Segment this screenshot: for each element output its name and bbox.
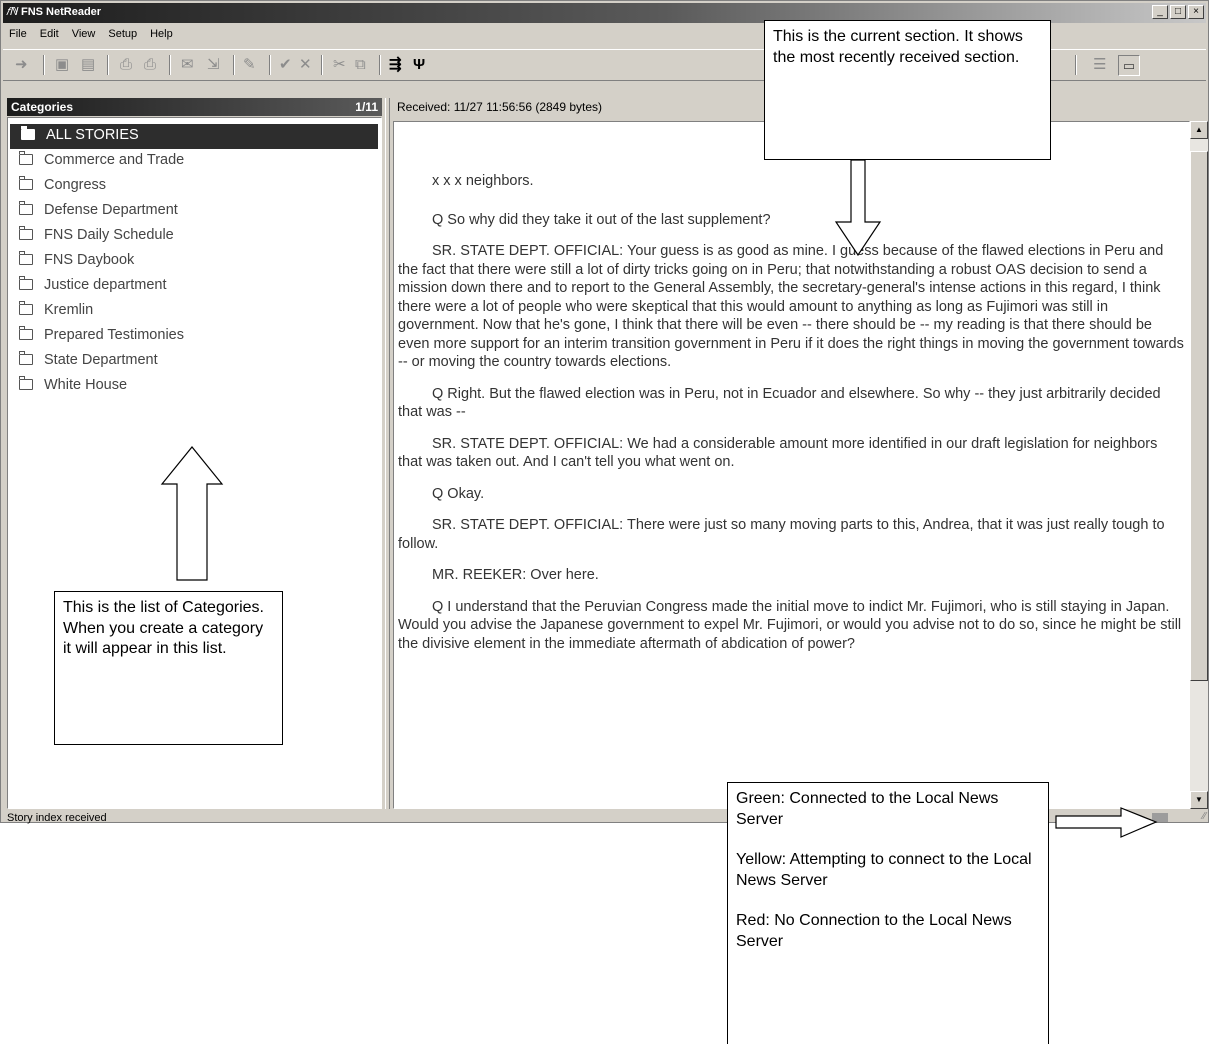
callout-text: Red: No Connection to the Local News Ser… (736, 912, 1012, 950)
category-label: FNS Daybook (44, 252, 135, 268)
story-paragraph: Q So why did they take it out of the las… (432, 211, 771, 228)
folder-icon (19, 376, 33, 390)
folder-icon (19, 351, 33, 365)
callout-text: This is the list of Categories. When you… (63, 599, 264, 657)
received-info: Received: 11/27 11:56:56 (2849 bytes) (397, 100, 603, 114)
print-preview-icon[interactable]: ⎙ (144, 56, 156, 74)
categories-title: Categories (11, 100, 74, 114)
category-label: State Department (44, 352, 158, 368)
back-arrow-icon[interactable]: ➜ (15, 56, 28, 74)
callout-text: This is the current section. It shows th… (773, 28, 1023, 66)
toolbar-separator (321, 55, 323, 75)
story-text: x x x neighbors. Q So why did they take … (398, 172, 1184, 666)
menu-view[interactable]: View (72, 25, 96, 43)
mail-icon[interactable]: ✉ (181, 56, 194, 74)
callout-text: Yellow: Attempting to connect to the Loc… (736, 851, 1032, 889)
delete-icon[interactable]: ✕ (299, 56, 312, 74)
toolbar-separator (43, 55, 45, 75)
check-icon[interactable]: ✔ (279, 56, 292, 74)
toolbar-separator (379, 55, 381, 75)
folder-icon (19, 326, 33, 340)
story-paragraph: Q Right. But the flawed election was in … (398, 385, 1161, 421)
categories-count: 1/11 (355, 100, 378, 114)
folder-icon (19, 226, 33, 240)
tools-icon[interactable]: Ψ (413, 56, 425, 74)
category-item[interactable]: Prepared Testimonies (8, 324, 381, 349)
category-label: Defense Department (44, 202, 178, 218)
minimize-button[interactable]: _ (1152, 5, 1168, 19)
folder-icon (19, 276, 33, 290)
vertical-scrollbar[interactable]: ▲ ▼ (1190, 121, 1208, 809)
category-item[interactable]: Commerce and Trade (8, 149, 381, 174)
story-paragraph: MR. REEKER: Over here. (432, 567, 599, 583)
story-paragraph: SR. STATE DEPT. OFFICIAL: We had a consi… (398, 435, 1158, 471)
story-paragraph: x x x neighbors. (432, 173, 534, 189)
scroll-up-icon[interactable]: ▲ (1190, 121, 1208, 139)
category-label: Prepared Testimonies (44, 327, 184, 343)
save-icon[interactable]: ▣ (55, 56, 69, 74)
full-view-icon[interactable]: ▭ (1118, 55, 1140, 76)
callout-categories: This is the list of Categories. When you… (54, 591, 283, 745)
category-label: Kremlin (44, 302, 94, 318)
category-item[interactable]: ALL STORIES (10, 124, 378, 149)
maximize-button[interactable]: □ (1170, 5, 1186, 19)
story-paragraph: SR. STATE DEPT. OFFICIAL: Your guess is … (398, 243, 1184, 370)
category-label: Justice department (44, 277, 167, 293)
scroll-thumb[interactable] (1190, 151, 1208, 681)
category-item[interactable]: FNS Daybook (8, 249, 381, 274)
category-label: Congress (44, 177, 107, 193)
save-all-icon[interactable]: ▤ (81, 56, 95, 74)
menu-bar: File Edit View Setup Help (5, 25, 173, 43)
menu-edit[interactable]: Edit (40, 25, 59, 43)
category-label: Commerce and Trade (44, 152, 185, 168)
folder-icon (19, 176, 33, 190)
toolbar-separator (1075, 55, 1077, 75)
story-paragraph: Q I understand that the Peruvian Congres… (398, 598, 1182, 652)
split-view-icon[interactable]: ☰ (1093, 56, 1106, 74)
close-button[interactable]: × (1188, 5, 1204, 19)
story-paragraph: Q Okay. (432, 485, 485, 502)
toolbar-separator (169, 55, 171, 75)
toolbar-separator (269, 55, 271, 75)
category-label: White House (44, 377, 128, 393)
callout-text: Green: Connected to the Local News Serve… (736, 790, 999, 828)
category-item[interactable]: Kremlin (8, 299, 381, 324)
category-label: ALL STORIES (46, 127, 139, 143)
callout-connection-status: Green: Connected to the Local News Serve… (727, 782, 1049, 1044)
folder-icon (19, 201, 33, 215)
pane-splitter[interactable] (385, 98, 390, 809)
highlight-icon[interactable]: ✎ (243, 56, 256, 74)
toolbar-separator (233, 55, 235, 75)
category-item[interactable]: State Department (8, 349, 381, 374)
folder-icon (19, 151, 33, 165)
forward-mail-icon[interactable]: ⇲ (207, 56, 220, 74)
menu-help[interactable]: Help (150, 25, 173, 43)
status-text: Story index received (7, 812, 107, 824)
categories-header: Categories 1/11 (7, 98, 382, 116)
category-item[interactable]: Congress (8, 174, 381, 199)
story-viewer[interactable]: x x x neighbors. Q So why did they take … (393, 121, 1190, 809)
menu-setup[interactable]: Setup (108, 25, 137, 43)
category-item[interactable]: White House (8, 374, 381, 399)
copy-icon[interactable]: ⧉ (355, 56, 366, 74)
story-paragraph: SR. STATE DEPT. OFFICIAL: There were jus… (398, 517, 1165, 552)
cut-icon[interactable]: ✂ (333, 56, 346, 74)
network-icon[interactable]: ⇶ (389, 56, 402, 74)
resize-grip-icon[interactable]: ⁄⁄ (1203, 811, 1206, 822)
connection-status-indicator (1152, 813, 1168, 822)
app-icon: 𝑓ℕ (6, 6, 18, 18)
category-item[interactable]: Justice department (8, 274, 381, 299)
scroll-down-icon[interactable]: ▼ (1190, 791, 1208, 809)
folder-icon (19, 301, 33, 315)
folder-open-icon (21, 126, 35, 140)
window-title: FNS NetReader (21, 6, 102, 18)
toolbar-separator (107, 55, 109, 75)
category-item[interactable]: FNS Daily Schedule (8, 224, 381, 249)
print-icon[interactable]: ⎙ (120, 56, 132, 74)
callout-current-section: This is the current section. It shows th… (764, 20, 1051, 160)
folder-icon (19, 251, 33, 265)
category-item[interactable]: Defense Department (8, 199, 381, 224)
menu-file[interactable]: File (9, 25, 27, 43)
category-label: FNS Daily Schedule (44, 227, 174, 243)
